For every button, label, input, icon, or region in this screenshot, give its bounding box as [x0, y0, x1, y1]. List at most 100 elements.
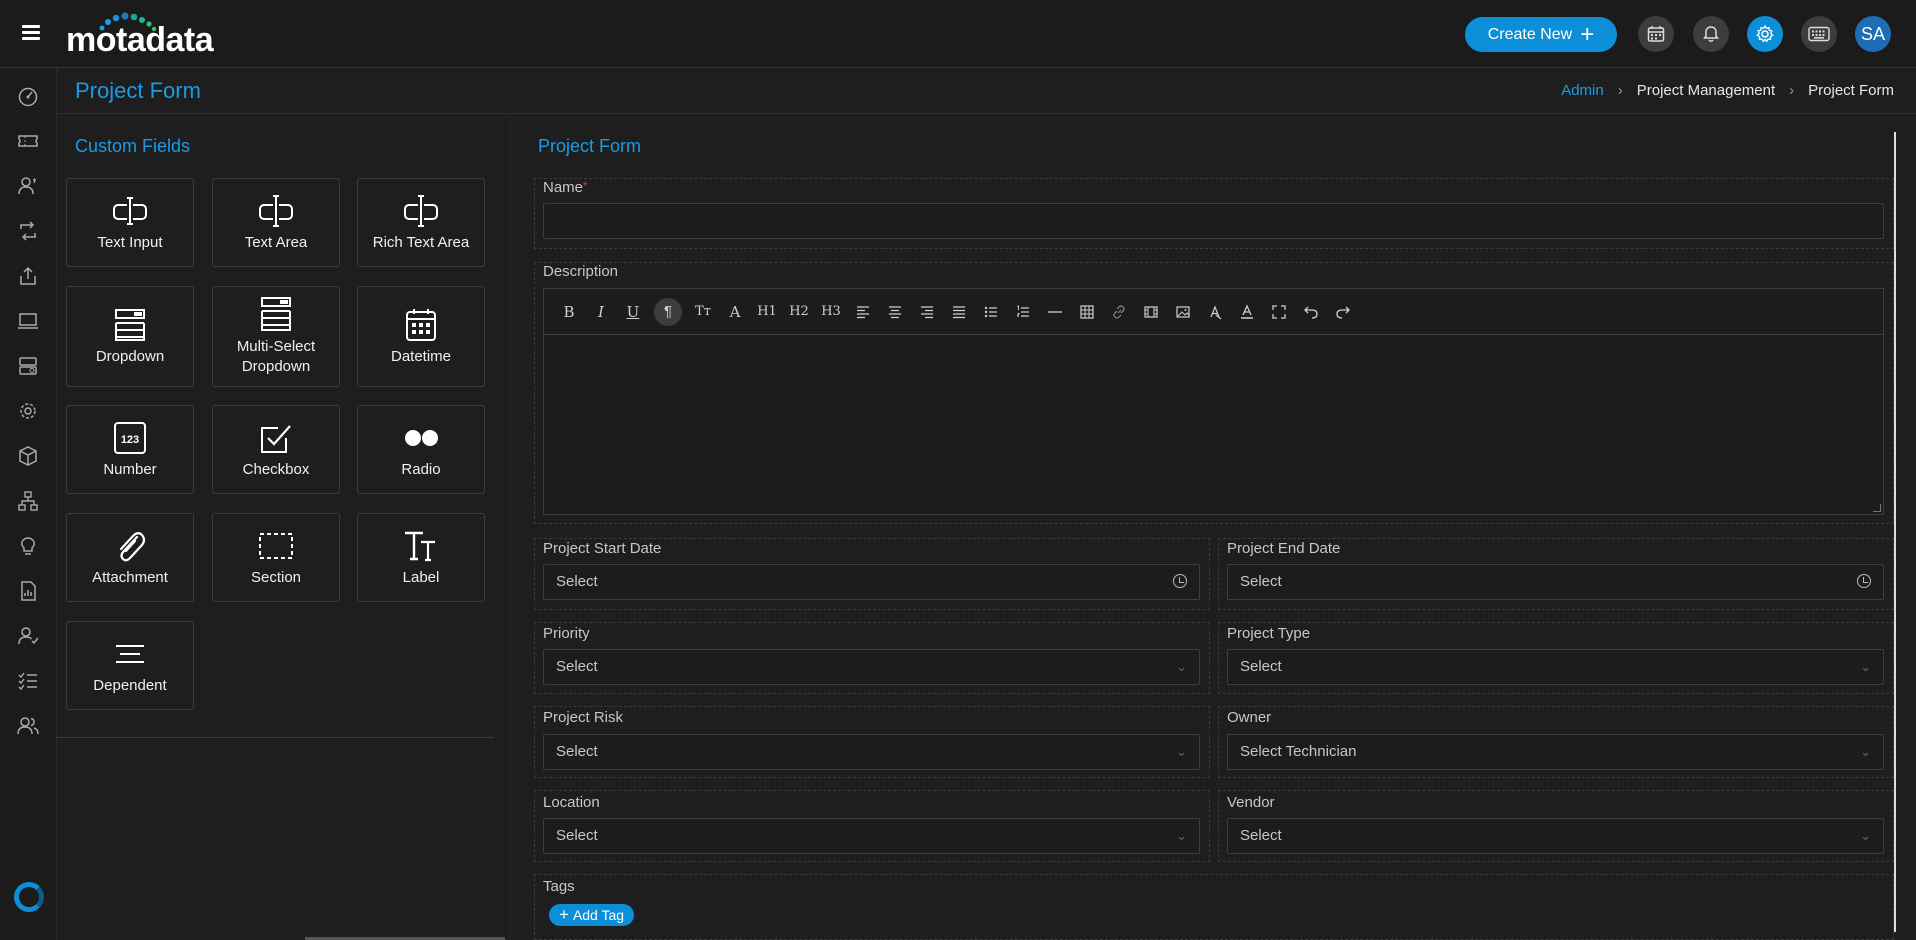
left-nav — [0, 68, 57, 940]
name-input[interactable] — [543, 203, 1884, 239]
font-family-icon[interactable]: A — [724, 298, 746, 326]
clear-format-icon[interactable] — [1204, 298, 1226, 326]
package-icon[interactable] — [17, 445, 39, 467]
underline-icon[interactable]: U — [622, 298, 644, 326]
fullscreen-icon[interactable] — [1268, 298, 1290, 326]
field-tile-text-input[interactable]: Text Input — [66, 178, 194, 267]
field-tile-multi-select-dropdown[interactable]: Multi-Select Dropdown — [212, 286, 340, 387]
align-left-icon[interactable] — [852, 298, 874, 326]
field-tile-checkbox[interactable]: Checkbox — [212, 405, 340, 494]
task-list-icon[interactable] — [17, 670, 39, 692]
project-type-select[interactable]: Select ⌄ — [1227, 649, 1884, 685]
field-tile-number[interactable]: 123 Number — [66, 405, 194, 494]
app-logo[interactable]: motadata — [66, 12, 214, 60]
vertical-scrollbar[interactable] — [1894, 132, 1896, 932]
field-tile-attachment[interactable]: Attachment — [66, 513, 194, 602]
paragraph-icon[interactable]: ¶ — [654, 297, 682, 326]
field-tile-radio[interactable]: Radio — [357, 405, 485, 494]
page-title: Project Form — [75, 78, 201, 103]
italic-icon[interactable]: I — [590, 298, 612, 326]
multi-select-icon — [256, 296, 296, 333]
location-select[interactable]: Select ⌄ — [543, 818, 1200, 854]
table-icon[interactable] — [1076, 298, 1098, 326]
project-start-date-picker[interactable]: Select — [543, 564, 1200, 600]
asset-icon[interactable] — [17, 310, 39, 332]
ticket-icon[interactable] — [17, 130, 39, 152]
field-tile-text-area[interactable]: Text Area — [212, 178, 340, 267]
priority-select[interactable]: Select ⌄ — [543, 649, 1200, 685]
description-editor[interactable]: B I U ¶ Tт A H1 H2 H3 — [543, 288, 1884, 515]
knowledge-icon[interactable] — [17, 535, 39, 557]
chevron-right-icon: › — [1789, 82, 1795, 99]
keyboard-icon — [1808, 26, 1830, 42]
hamburger-menu-icon[interactable] — [22, 25, 40, 41]
link-icon[interactable] — [1108, 298, 1130, 326]
heading-1-button[interactable]: H1 — [756, 298, 778, 326]
redo-icon[interactable] — [1332, 298, 1354, 326]
horizontal-rule-icon[interactable] — [1044, 298, 1066, 326]
keyboard-shortcuts-button[interactable] — [1801, 16, 1837, 52]
numbered-list-icon[interactable] — [1012, 298, 1034, 326]
cmdb-icon[interactable] — [17, 355, 39, 377]
field-tile-dependent[interactable]: Dependent — [66, 621, 194, 710]
align-justify-icon[interactable] — [948, 298, 970, 326]
bold-icon[interactable]: B — [558, 298, 580, 326]
dashboard-icon[interactable] — [17, 85, 39, 107]
dependent-icon — [110, 636, 150, 672]
patch-icon[interactable] — [17, 400, 39, 422]
breadcrumb-project-management[interactable]: Project Management — [1637, 82, 1775, 99]
change-icon[interactable] — [17, 220, 39, 242]
field-tile-dropdown[interactable]: Dropdown — [66, 286, 194, 387]
description-label: Description — [543, 263, 619, 280]
create-new-button[interactable]: Create New + — [1465, 17, 1617, 52]
resize-handle[interactable] — [1873, 504, 1881, 512]
workflow-icon[interactable] — [17, 490, 39, 512]
custom-fields-title: Custom Fields — [75, 136, 191, 156]
video-icon[interactable] — [1140, 298, 1162, 326]
breadcrumb-admin[interactable]: Admin — [1561, 82, 1604, 99]
calendar-icon — [1647, 26, 1665, 42]
align-right-icon[interactable] — [916, 298, 938, 326]
release-icon[interactable] — [17, 265, 39, 287]
settings-button[interactable] — [1747, 16, 1783, 52]
bell-icon — [1703, 26, 1719, 42]
plus-icon: + — [1580, 20, 1595, 48]
name-label: Name* — [543, 179, 588, 196]
notifications-button[interactable] — [1693, 16, 1729, 52]
clock-icon — [1857, 574, 1871, 588]
reports-icon[interactable] — [17, 580, 39, 602]
field-tile-datetime[interactable]: Datetime — [357, 286, 485, 387]
calendar-icon — [401, 307, 441, 343]
divider — [57, 737, 494, 738]
heading-3-button[interactable]: H3 — [820, 298, 842, 326]
clock-icon — [1173, 574, 1187, 588]
add-tag-button[interactable]: + Add Tag — [549, 904, 635, 926]
radio-icon — [401, 420, 441, 456]
chevron-down-icon: ⌄ — [1176, 659, 1187, 674]
users-icon[interactable] — [17, 175, 39, 197]
project-risk-select[interactable]: Select ⌄ — [543, 734, 1200, 770]
divider — [510, 114, 511, 940]
align-center-icon[interactable] — [884, 298, 906, 326]
font-size-icon[interactable]: Tт — [692, 298, 714, 326]
tags-box — [534, 874, 1894, 940]
chevron-down-icon: ⌄ — [1860, 659, 1871, 674]
field-tile-label[interactable]: Label — [357, 513, 485, 602]
breadcrumb: Admin › Project Management › Project For… — [1561, 82, 1894, 99]
image-icon[interactable] — [1172, 298, 1194, 326]
label-icon — [401, 528, 441, 564]
undo-icon[interactable] — [1300, 298, 1322, 326]
bullet-list-icon[interactable] — [980, 298, 1002, 326]
heading-2-button[interactable]: H2 — [788, 298, 810, 326]
user-check-icon[interactable] — [17, 625, 39, 647]
calendar-button[interactable] — [1638, 16, 1674, 52]
project-end-date-picker[interactable]: Select — [1227, 564, 1884, 600]
owner-select[interactable]: Select Technician ⌄ — [1227, 734, 1884, 770]
chevron-down-icon: ⌄ — [1176, 828, 1187, 843]
vendor-select[interactable]: Select ⌄ — [1227, 818, 1884, 854]
avatar[interactable]: SA — [1855, 16, 1891, 52]
team-icon[interactable] — [17, 715, 39, 737]
text-color-icon[interactable] — [1236, 298, 1258, 326]
field-tile-section[interactable]: Section — [212, 513, 340, 602]
field-tile-rich-text-area[interactable]: Rich Text Area — [357, 178, 485, 267]
